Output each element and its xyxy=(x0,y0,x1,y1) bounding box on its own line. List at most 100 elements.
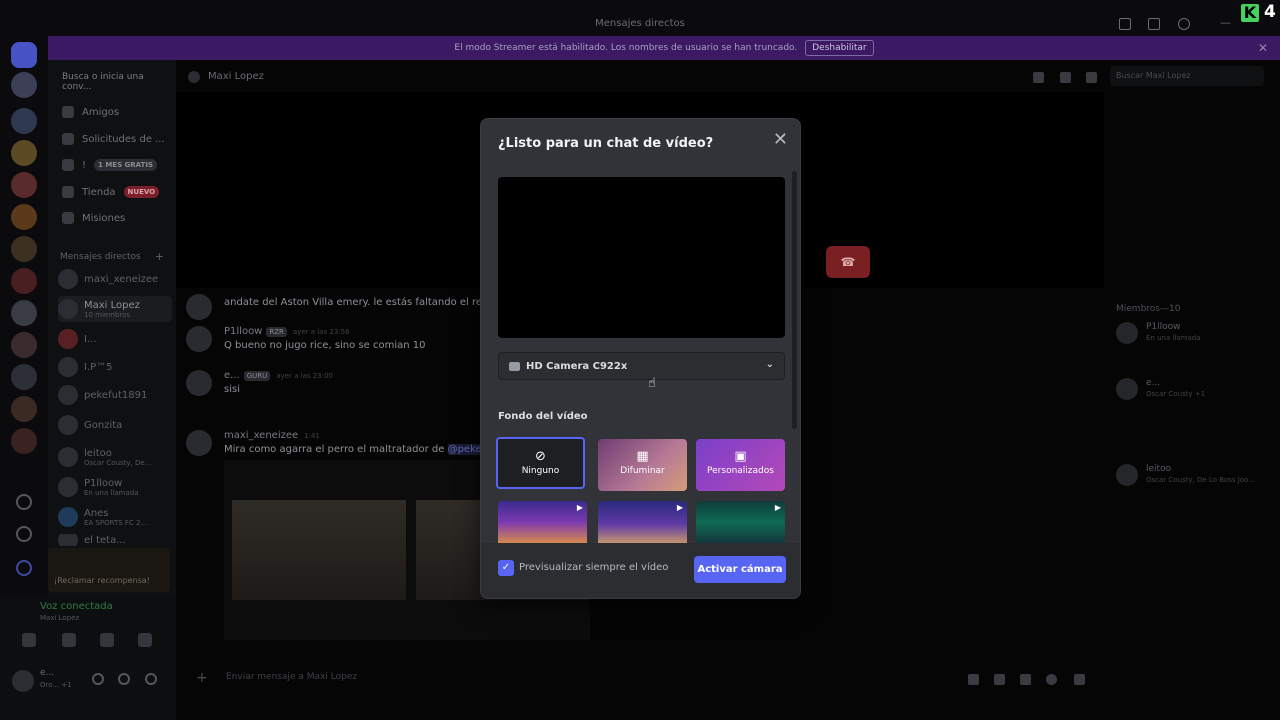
banner-text: El modo Streamer está habilitado. Los no… xyxy=(454,43,798,53)
server-icon[interactable] xyxy=(11,172,37,198)
author-name[interactable]: maxi_xeneizee xyxy=(224,430,298,441)
help-icon[interactable] xyxy=(1178,18,1190,30)
author-name[interactable]: P1lloow xyxy=(224,326,262,337)
channel-search-input[interactable]: Buscar Maxi Lopez xyxy=(1110,66,1264,86)
threads-icon[interactable] xyxy=(1148,18,1160,30)
requests-icon xyxy=(62,133,74,145)
always-preview-checkbox[interactable]: ✓ xyxy=(498,560,514,576)
user-status: Oro... +1 xyxy=(40,681,72,689)
server-icon[interactable] xyxy=(11,396,37,422)
dm-item-selected[interactable]: Maxi Lopez 10 miembros xyxy=(58,296,172,322)
avatar xyxy=(186,370,212,396)
dm-item[interactable]: leitoo Oscar Cousty, De... xyxy=(58,444,172,470)
blur-icon: ▦ xyxy=(636,449,649,464)
dm-search-input[interactable]: Busca o inicia una conv... xyxy=(54,68,170,92)
disable-streamer-button[interactable]: Deshabilitar xyxy=(805,40,874,56)
timestamp: 1:41 xyxy=(304,432,320,440)
member-status: Oscar Cousty, De Lo Boss Joo... xyxy=(1146,476,1255,484)
title-bar: Mensajes directos — K 4 xyxy=(0,0,1280,36)
server-icon[interactable] xyxy=(11,428,37,454)
dm-item[interactable]: I.P™5 xyxy=(58,356,172,378)
server-icon[interactable] xyxy=(11,268,37,294)
nav-requests[interactable]: Solicitudes de ... xyxy=(62,133,165,145)
image-add-icon: ▣ xyxy=(734,449,747,464)
add-friends-icon[interactable] xyxy=(1060,72,1071,83)
claim-reward-card[interactable]: ¡Reclamar recompensa! xyxy=(48,548,170,592)
server-icon[interactable] xyxy=(11,204,37,230)
avatar xyxy=(58,357,78,377)
gif-icon[interactable] xyxy=(994,674,1005,685)
voice-status: Voz conectada xyxy=(40,601,113,612)
nitro-icon[interactable] xyxy=(16,560,32,576)
background-preset-tile[interactable]: ▶ xyxy=(498,501,587,543)
close-icon[interactable]: ✕ xyxy=(773,129,788,150)
channel-header: Maxi Lopez Buscar Maxi Lopez xyxy=(176,60,1280,92)
nav-nitro[interactable]: ! 1 MES GRATIS xyxy=(62,159,157,171)
dm-item[interactable]: Anes EA SPORTS FC 2... xyxy=(58,504,172,530)
avatar xyxy=(58,534,78,546)
dm-item[interactable]: el teta... xyxy=(58,534,172,546)
discover-icon[interactable] xyxy=(16,526,32,542)
microphone-icon[interactable] xyxy=(92,673,104,685)
background-preset-tile[interactable]: ▶ xyxy=(598,501,687,543)
dm-item[interactable]: maxi_xeneizee xyxy=(58,268,172,290)
close-icon[interactable]: ✕ xyxy=(1258,41,1268,55)
hang-up-button[interactable]: ☎ xyxy=(826,246,870,278)
activate-camera-button[interactable]: Activar cámara xyxy=(694,556,786,583)
background-preset-tile[interactable]: ▶ xyxy=(696,501,785,543)
dm-sub: En una llamada xyxy=(84,488,139,497)
dm-item[interactable]: P1lloow En una llamada xyxy=(58,474,172,500)
message-text: Mira como agarra el perro el maltratador… xyxy=(224,444,448,455)
avatar xyxy=(186,326,212,352)
nav-label: Tienda xyxy=(82,186,116,198)
minimize-icon[interactable]: — xyxy=(1220,16,1231,29)
add-server-icon[interactable] xyxy=(16,494,32,510)
server-icon[interactable] xyxy=(11,300,37,326)
avatar[interactable] xyxy=(12,670,34,692)
camera-preview xyxy=(498,177,785,338)
streamer-mode-banner: El modo Streamer está habilitado. Los no… xyxy=(48,36,1280,60)
headphones-icon[interactable] xyxy=(118,673,130,685)
background-blur-tile[interactable]: ▦ Difuminar xyxy=(598,439,687,491)
activities-icon[interactable] xyxy=(100,633,114,647)
soundboard-icon[interactable] xyxy=(138,633,152,647)
dm-item[interactable]: pekefut1891 xyxy=(58,384,172,406)
nav-quests[interactable]: Misiones xyxy=(62,212,125,224)
server-icon[interactable] xyxy=(11,364,37,390)
message-composer[interactable]: + Enviar mensaje a Maxi Lopez xyxy=(186,666,1104,690)
user-name: e... xyxy=(40,668,55,678)
modal-scrollbar[interactable] xyxy=(792,171,797,429)
gear-icon[interactable] xyxy=(145,673,157,685)
dm-item[interactable]: Gonzita xyxy=(58,414,172,436)
emoji-icon[interactable] xyxy=(1046,674,1057,685)
dm-item[interactable]: I... xyxy=(58,328,172,350)
server-icon[interactable] xyxy=(11,332,37,358)
screen-share-icon[interactable] xyxy=(62,633,76,647)
server-icon[interactable] xyxy=(11,108,37,134)
server-icon[interactable] xyxy=(11,236,37,262)
channel-name: Maxi Lopez xyxy=(208,71,264,82)
author-name[interactable]: e... xyxy=(224,370,240,381)
sticker-icon[interactable] xyxy=(1020,674,1031,685)
tile-label: Ninguno xyxy=(521,466,560,476)
avatar xyxy=(188,71,200,83)
inbox-icon[interactable] xyxy=(1119,18,1131,30)
server-icon[interactable] xyxy=(11,72,37,98)
gift-icon[interactable] xyxy=(968,674,979,685)
nav-friends[interactable]: Amigos xyxy=(62,106,119,118)
server-icon[interactable] xyxy=(11,140,37,166)
pin-icon[interactable] xyxy=(1033,72,1044,83)
add-attachment-icon[interactable]: + xyxy=(196,670,208,686)
always-preview-label[interactable]: Previsualizar siempre el vídeo xyxy=(519,562,668,573)
background-none-tile[interactable]: ⊘ Ninguno xyxy=(496,437,585,489)
guild-tag: RZR xyxy=(266,327,287,337)
camera-off-icon[interactable] xyxy=(22,633,36,647)
home-button[interactable] xyxy=(11,42,37,68)
background-custom-tile[interactable]: ▣ Personalizados xyxy=(696,439,785,491)
members-icon[interactable] xyxy=(1086,72,1097,83)
new-dm-icon[interactable]: + xyxy=(155,250,164,263)
avatar xyxy=(58,269,78,289)
camera-select[interactable]: HD Camera C922x ⌄ xyxy=(498,352,785,380)
apps-icon[interactable] xyxy=(1074,674,1085,685)
nav-shop[interactable]: Tienda NUEVO xyxy=(62,186,160,198)
